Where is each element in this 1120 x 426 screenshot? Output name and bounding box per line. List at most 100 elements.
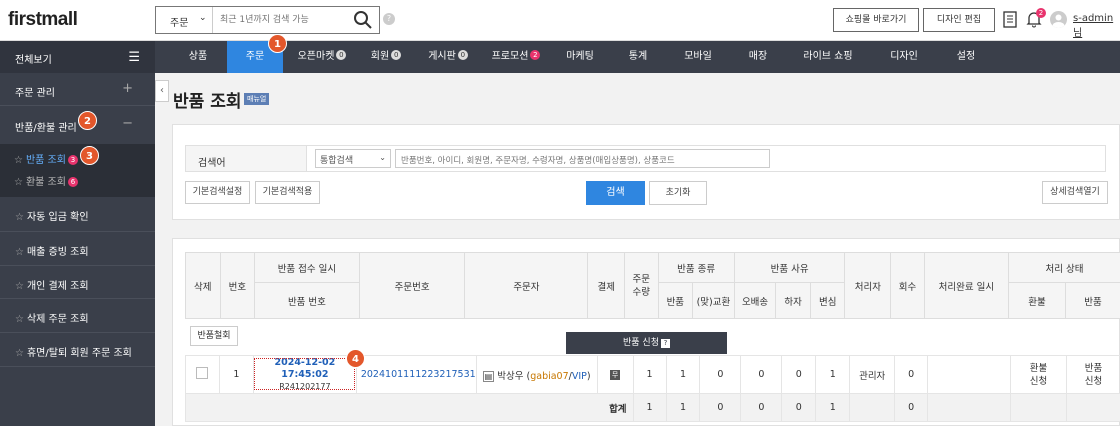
row-reason-defect: 0 (781, 355, 817, 394)
order-number-link[interactable]: 2024101111223217531 (355, 355, 477, 394)
received-time-link[interactable]: 2024-12-02 17:45:02 (254, 357, 356, 381)
row-reason-mis: 0 (740, 355, 783, 394)
callout-2: 2 (78, 111, 97, 130)
star-icon[interactable]: ☆ (15, 348, 24, 359)
header-number: 번호 (219, 252, 256, 319)
notification-badge: 2 (1036, 8, 1046, 18)
sidebar-item-personal-payment[interactable]: ☆ 개인 결제 조회 (0, 266, 155, 299)
go-to-mall-button[interactable]: 쇼핑몰 바로가기 (833, 8, 919, 32)
header-status: 처리 상태 (1008, 252, 1120, 283)
search-submit-button[interactable]: 검색 (586, 181, 645, 205)
header-handler: 처리자 (844, 252, 892, 319)
search-input[interactable] (214, 7, 349, 33)
row-checkbox[interactable] (196, 367, 209, 379)
sidebar-item-sales-proof[interactable]: ☆ 매출 증빙 조회 (0, 232, 155, 266)
sidebar-item-dormant-orders[interactable]: ☆ 휴면/탈퇴 회원 주문 조회 (0, 333, 155, 367)
help-icon[interactable]: ? (383, 13, 395, 25)
withdraw-return-button[interactable]: 반품철회 (190, 326, 238, 346)
apply-basic-search-button[interactable]: 기본검색적용 (255, 181, 320, 204)
row-status-return: 반품 신청 (1065, 355, 1120, 394)
table-row: 1 2024-12-02 17:45:02 R241202177 20241011… (185, 355, 1120, 394)
search-scope-select[interactable]: 주문 ⌄ (156, 7, 213, 33)
global-search: 주문 ⌄ (155, 6, 380, 34)
nav-badge: 0 (391, 50, 402, 60)
row-status-refund: 환불 신청 (1010, 355, 1067, 394)
all-view-header[interactable]: 전체보기 ☰ (0, 41, 155, 73)
sidebar-sub-refund-list[interactable]: ☆ 환불 조회 6 (14, 173, 78, 188)
nav-item-openmarket[interactable]: 오픈마켓 0 (290, 41, 354, 73)
nav-item-mobile[interactable]: 모바일 (675, 41, 721, 73)
sidebar-item-order-mgmt[interactable]: 주문 관리 + (0, 73, 155, 106)
basic-search-settings-button[interactable]: 기본검색설정 (185, 181, 250, 204)
payment-cell: 무 (596, 355, 634, 394)
nav-badge: 2 (530, 50, 541, 60)
star-icon[interactable]: ☆ (15, 281, 24, 292)
header-type-return: 반품 (657, 282, 694, 319)
nav-item-design[interactable]: 디자인 (882, 41, 926, 73)
collapse-sidebar-icon[interactable]: ‹ (155, 80, 169, 102)
sidebar-item-deleted-orders[interactable]: ☆ 삭제 주문 조회 (0, 299, 155, 333)
sidebar-sub-return-list[interactable]: ☆ 반품 조회 3 (14, 151, 78, 166)
sidebar-item-auto-deposit[interactable]: ☆ 자동 입금 확인 (0, 197, 155, 232)
header-done-time: 처리완료 일시 (923, 252, 1010, 319)
header-order-number: 주문번호 (358, 252, 466, 319)
header-return-reason: 반품 사유 (733, 252, 846, 283)
keyword-input[interactable]: 반품번호, 아이디, 회원명, 주문자명, 수령자명, 상품명(매입상품명), … (395, 149, 770, 168)
nav-item-store[interactable]: 매장 (740, 41, 776, 73)
header-return-number: 반품 번호 (254, 282, 360, 319)
star-icon[interactable]: ☆ (15, 247, 24, 258)
user-icon: ▤ (482, 370, 495, 382)
header-reason-defect: 하자 (775, 282, 811, 319)
count-badge: 6 (67, 177, 78, 187)
nav-item-products[interactable]: 상품 (176, 41, 220, 73)
help-icon[interactable]: ? (660, 339, 670, 348)
menu-icon[interactable]: ☰ (128, 50, 140, 65)
nav-item-stats[interactable]: 통계 (620, 41, 656, 73)
nav-item-board[interactable]: 게시판 0 (422, 41, 474, 73)
results-panel: 삭제 번호 반품 접수 일시 주문번호 주문자 결제 주문 수량 반품 종류 반… (172, 238, 1120, 426)
results-table-header: 삭제 번호 반품 접수 일시 주문번호 주문자 결제 주문 수량 반품 종류 반… (185, 252, 1120, 319)
admin-user-link[interactable]: s-admin님 (1073, 13, 1120, 39)
nav-item-members[interactable]: 회원 0 (364, 41, 408, 73)
advanced-search-button[interactable]: 상세검색열기 (1042, 181, 1108, 204)
nav-item-promotion[interactable]: 프로모션 2 (486, 41, 546, 73)
logo[interactable]: firstmall (8, 9, 78, 31)
header-reason-mis: 오배송 (733, 282, 777, 319)
return-number: R241202177 (279, 381, 331, 391)
star-icon[interactable]: ☆ (14, 177, 23, 188)
nav-item-settings[interactable]: 설정 (948, 41, 984, 73)
row-done-time (927, 355, 1011, 394)
search-icon[interactable] (353, 10, 373, 30)
row-type-return: 1 (665, 355, 701, 394)
sidebar-item-return-mgmt[interactable]: 반품/환불 관리 − (0, 106, 155, 144)
search-type-select[interactable]: 통합검색 ⌄ (315, 149, 391, 168)
document-icon[interactable] (1003, 11, 1017, 28)
header-status-return: 반품 (1064, 282, 1120, 319)
star-icon[interactable]: ☆ (15, 314, 24, 325)
orderer-id[interactable]: gabia07 (530, 371, 568, 382)
design-edit-button[interactable]: 디자인 편집 (923, 8, 995, 32)
page-title: 반품 조회 (173, 92, 242, 112)
header-reason-change: 변심 (809, 282, 846, 319)
sidebar: 주문 관리 + 반품/환불 관리 − ☆ 반품 조회 3 ☆ 환불 조회 6 ☆ 자동 입금 … (0, 73, 155, 426)
manual-button[interactable]: 매뉴얼 (244, 93, 270, 105)
count-badge: 3 (67, 155, 78, 165)
nav-badge: 0 (336, 50, 347, 60)
total-reason-change: 1 (815, 393, 851, 422)
total-reason-defect: 0 (781, 393, 817, 422)
row-reason-change: 1 (815, 355, 851, 394)
total-reason-mis: 0 (740, 393, 783, 422)
nav-item-marketing[interactable]: 마케팅 (558, 41, 602, 73)
row-count: 0 (894, 355, 929, 394)
nav-badge: 0 (457, 50, 468, 60)
orderer-grade: VIP (571, 370, 587, 382)
header-count: 회수 (890, 252, 925, 319)
return-apply-bar: 반품 신청? (566, 332, 727, 354)
reset-button[interactable]: 초기화 (649, 181, 707, 205)
avatar[interactable] (1050, 11, 1067, 28)
nav-item-live-shopping[interactable]: 라이브 쇼핑 (798, 41, 858, 73)
star-icon[interactable]: ☆ (14, 155, 23, 166)
header-return-type: 반품 종류 (657, 252, 735, 283)
header-payment: 결제 (587, 252, 625, 319)
star-icon[interactable]: ☆ (15, 212, 24, 223)
